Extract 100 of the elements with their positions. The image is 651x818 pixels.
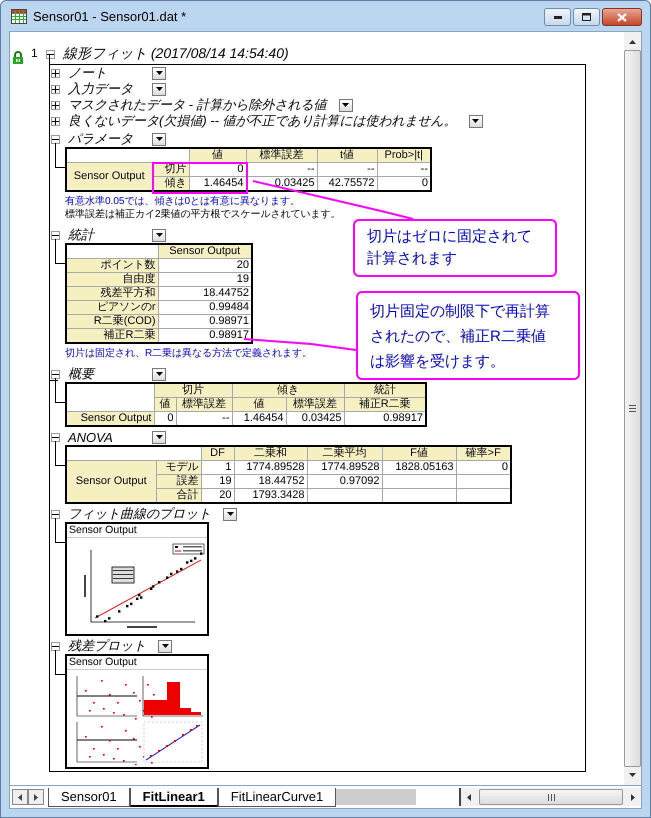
row-header: Sensor Output bbox=[66, 412, 154, 426]
expand-button[interactable] bbox=[51, 100, 60, 110]
caret-icon bbox=[226, 512, 234, 516]
expand-button[interactable] bbox=[51, 68, 60, 78]
row-header: モデル bbox=[156, 460, 201, 474]
section-title: 入力データ bbox=[68, 80, 134, 98]
caret-icon bbox=[156, 137, 162, 141]
dropdown-button[interactable] bbox=[158, 640, 172, 652]
scroll-down-icon[interactable] bbox=[629, 773, 636, 777]
minimize-button[interactable] bbox=[544, 8, 571, 26]
column-header: 二乗和 bbox=[234, 446, 307, 460]
collapse-button[interactable] bbox=[51, 370, 60, 378]
axis bbox=[76, 676, 138, 716]
column-header: 確率>F bbox=[456, 446, 511, 460]
row-number: 1 bbox=[31, 47, 38, 59]
section-title: 残差プロット bbox=[68, 637, 146, 655]
row-header: 合計 bbox=[156, 488, 201, 503]
column-header: 標準誤差 bbox=[286, 398, 344, 412]
row-header: ポイント数 bbox=[66, 258, 158, 272]
next-sheet-button[interactable] bbox=[28, 789, 44, 805]
collapse-button[interactable] bbox=[46, 50, 55, 58]
close-button[interactable] bbox=[602, 8, 642, 26]
previous-sheet-button[interactable] bbox=[12, 789, 28, 805]
axis bbox=[76, 722, 138, 762]
scroll-right-icon[interactable] bbox=[631, 794, 635, 800]
table-cell: -- bbox=[246, 162, 317, 176]
table-cell: 0.98917 bbox=[158, 328, 252, 343]
dropdown-button[interactable] bbox=[152, 430, 166, 444]
scroll-thumb[interactable] bbox=[479, 789, 623, 805]
table-cell: -- bbox=[176, 412, 232, 426]
dropdown-button[interactable] bbox=[152, 132, 166, 146]
column-header: 二乗平均 bbox=[307, 446, 382, 460]
graph-title: Sensor Output bbox=[67, 656, 207, 670]
collapse-button[interactable] bbox=[51, 432, 60, 442]
collapse-button[interactable] bbox=[51, 510, 60, 518]
collapse-button[interactable] bbox=[51, 230, 60, 240]
stats-table-thumbnail bbox=[112, 566, 134, 584]
column-header: Prob>|t| bbox=[377, 148, 431, 162]
table-cell: 42.75572 bbox=[317, 176, 377, 191]
sheet-tab[interactable]: FitLinearCurve1 bbox=[218, 788, 336, 806]
column-header: 補正R二乗 bbox=[344, 398, 426, 412]
grip-icon bbox=[548, 794, 554, 800]
table-cell: -- bbox=[377, 162, 431, 176]
note-text: 切片は固定され、R二乗は異なる方法で定義されます。 bbox=[65, 347, 312, 360]
axis bbox=[142, 676, 204, 716]
table-cell: 19 bbox=[158, 272, 252, 286]
dropdown-button[interactable] bbox=[152, 82, 166, 96]
table-cell: 18.44752 bbox=[234, 474, 307, 488]
collapse-button[interactable] bbox=[51, 642, 60, 650]
dropdown-button[interactable] bbox=[338, 98, 353, 112]
table-cell: 0 bbox=[377, 176, 431, 191]
dropdown-button[interactable] bbox=[152, 66, 166, 80]
table-cell: 1774.89528 bbox=[234, 460, 307, 474]
row-header: ピアソンのr bbox=[66, 300, 158, 314]
section-title: パラメータ bbox=[68, 130, 134, 148]
axis-title bbox=[84, 575, 86, 597]
table-cell bbox=[456, 488, 511, 503]
column-header: 傾き bbox=[232, 383, 344, 398]
column-header: 切片 bbox=[154, 383, 232, 398]
section-title: ANOVA bbox=[68, 430, 114, 444]
maximize-button[interactable] bbox=[573, 8, 600, 26]
table-cell: 18.44752 bbox=[158, 286, 252, 300]
horizontal-scrollbar[interactable] bbox=[459, 788, 641, 806]
scroll-left-icon[interactable] bbox=[467, 794, 471, 800]
legend bbox=[172, 544, 204, 554]
table-cell: 1793.3428 bbox=[234, 488, 307, 503]
section-title: 概要 bbox=[68, 365, 96, 383]
expand-button[interactable] bbox=[51, 84, 60, 94]
table-cell bbox=[456, 474, 511, 488]
dropdown-button[interactable] bbox=[223, 508, 237, 520]
column-header: 値 bbox=[189, 148, 246, 162]
plus-icon bbox=[52, 70, 59, 76]
sheet-tab[interactable]: Sensor01 bbox=[48, 788, 130, 806]
right-arrow-icon bbox=[34, 794, 38, 800]
row-header: 補正R二乗 bbox=[66, 328, 158, 343]
dropdown-button[interactable] bbox=[152, 228, 166, 242]
caret-icon bbox=[156, 233, 162, 237]
expand-button[interactable] bbox=[51, 116, 60, 126]
window-title: Sensor01 - Sensor01.dat * bbox=[33, 8, 186, 24]
minimize-icon bbox=[554, 16, 562, 18]
table-cell: 0.03425 bbox=[286, 412, 344, 426]
grip-icon bbox=[629, 405, 636, 412]
caret-icon bbox=[156, 435, 162, 439]
table-cell: 20 bbox=[158, 258, 252, 272]
caret-icon bbox=[156, 71, 162, 75]
dropdown-button[interactable] bbox=[152, 368, 166, 380]
row-header: R二乗(COD) bbox=[66, 314, 158, 328]
table-cell: 0 bbox=[456, 460, 511, 474]
scroll-up-icon[interactable] bbox=[629, 40, 636, 44]
left-arrow-icon bbox=[18, 794, 22, 800]
sheet-tab[interactable]: FitLinear1 bbox=[130, 788, 218, 806]
collapse-button[interactable] bbox=[51, 134, 60, 144]
section-title: 良くないデータ(欠損値) -- 値が不正であり計算には使われません。 bbox=[68, 112, 457, 130]
section-title: フィット曲線のプロット bbox=[68, 505, 211, 523]
plus-icon bbox=[52, 102, 59, 108]
close-icon bbox=[617, 12, 627, 22]
table-cell: 1 bbox=[201, 460, 234, 474]
table-cell: 1774.89528 bbox=[307, 460, 382, 474]
note-text: 標準誤差は補正カイ2乗値の平方根でスケールされています。 bbox=[65, 208, 341, 221]
dropdown-button[interactable] bbox=[468, 114, 483, 128]
